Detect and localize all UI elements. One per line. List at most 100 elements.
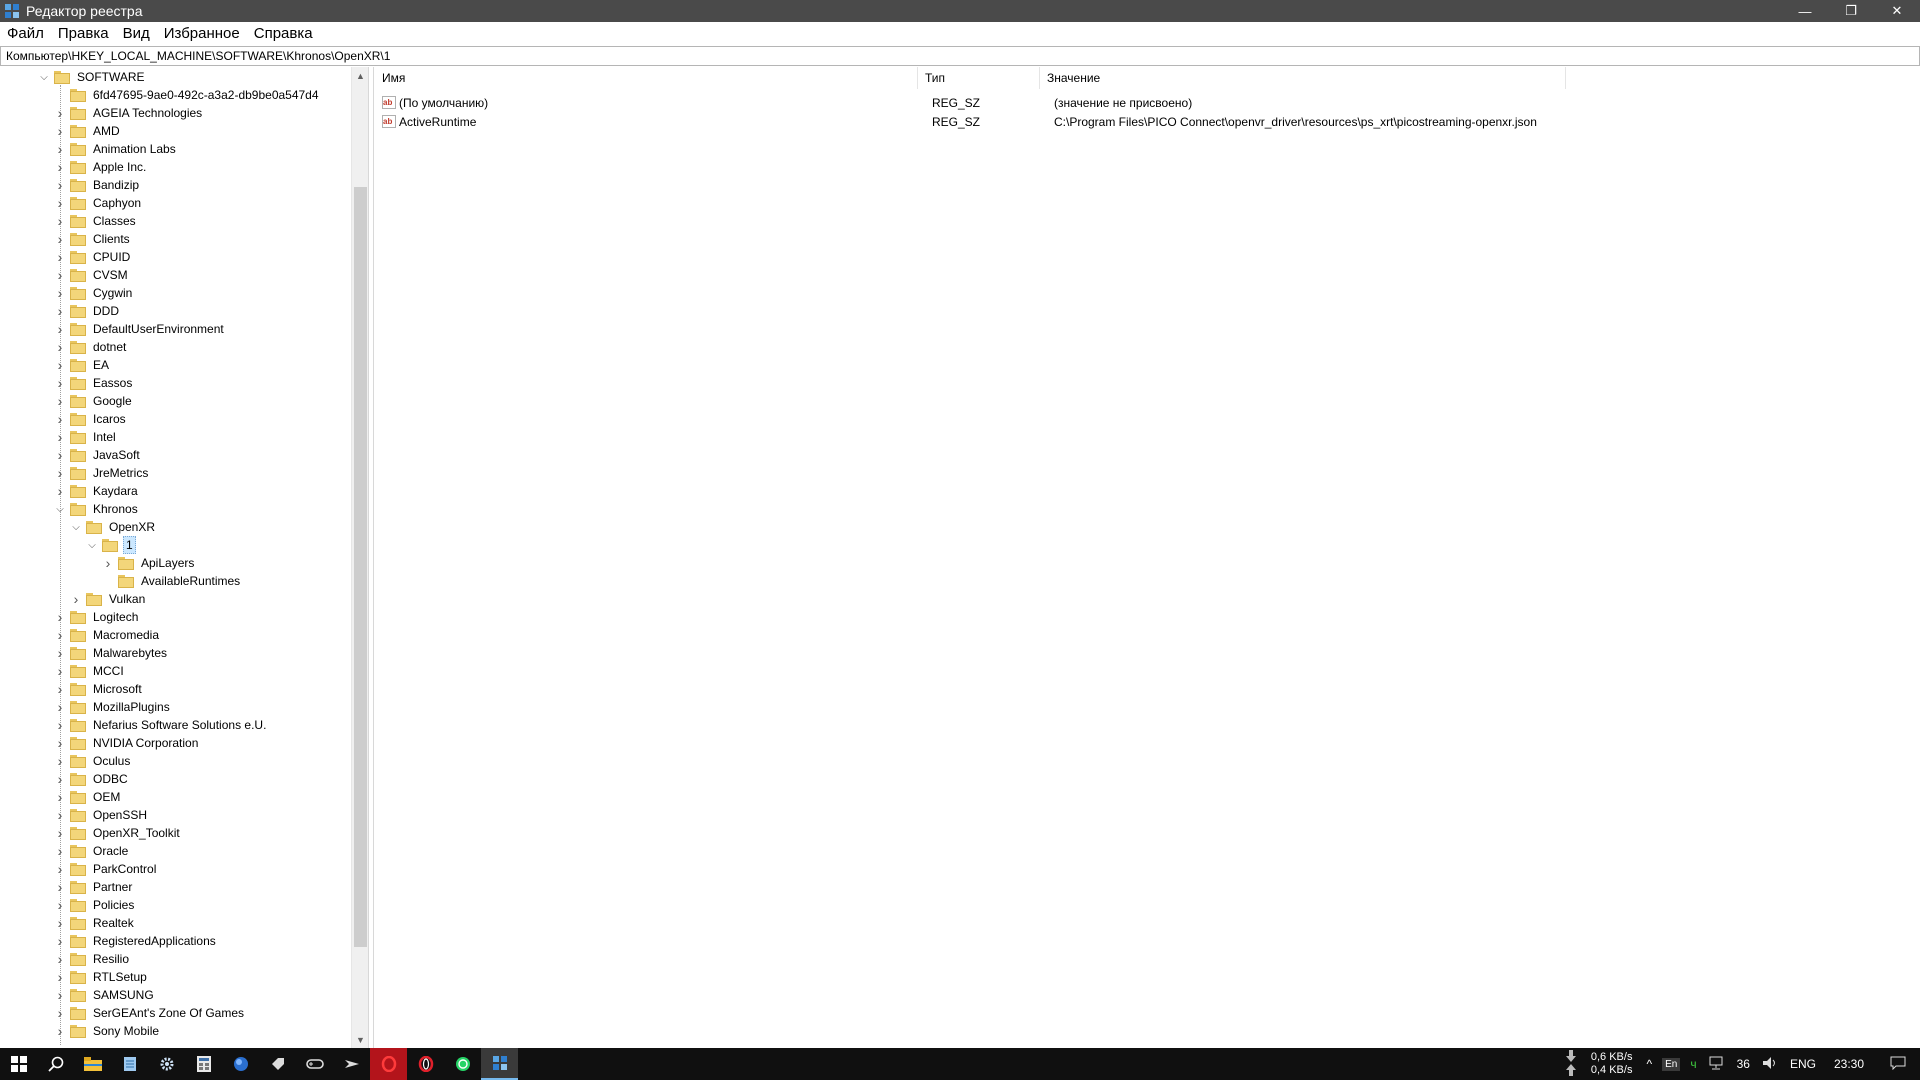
chevron-right-icon[interactable]: › [54, 626, 66, 644]
chevron-right-icon[interactable]: › [54, 824, 66, 842]
opera-gx-icon[interactable] [370, 1048, 407, 1080]
chevron-down-icon[interactable]: ⌵ [86, 536, 98, 554]
chevron-down-icon[interactable]: ⌵ [70, 518, 82, 536]
maximize-button[interactable]: ❐ [1828, 0, 1874, 22]
scroll-down-arrow-icon[interactable]: ▼ [352, 1031, 368, 1048]
chevron-right-icon[interactable]: › [54, 356, 66, 374]
tree-node[interactable]: › JreMetrics [54, 464, 150, 482]
tree-node[interactable]: › AMD [54, 122, 122, 140]
chevron-right-icon[interactable]: › [54, 284, 66, 302]
tree-node[interactable]: › ODBC [54, 770, 130, 788]
tree-node[interactable]: › Logitech [54, 608, 140, 626]
tree-node[interactable]: › Caphyon [54, 194, 143, 212]
tree-node[interactable]: › Policies [54, 896, 136, 914]
tree-node[interactable]: › CVSM [54, 266, 130, 284]
tree-node[interactable]: › Vulkan [70, 590, 147, 608]
chevron-right-icon[interactable]: › [54, 194, 66, 212]
chevron-right-icon[interactable]: › [54, 806, 66, 824]
clock[interactable]: 23:30 [1822, 1057, 1876, 1071]
chevron-right-icon[interactable]: › [54, 986, 66, 1004]
chevron-right-icon[interactable]: › [54, 716, 66, 734]
tree-node[interactable]: › RegisteredApplications [54, 932, 218, 950]
tree-node[interactable]: › Apple Inc. [54, 158, 148, 176]
lang-badge[interactable]: En [1662, 1057, 1681, 1071]
chevron-right-icon[interactable]: › [54, 122, 66, 140]
registry-tree-pane[interactable]: ⌵ SOFTWARE 6fd47695-9ae0-492c-a3a2-db9be0a… [0, 67, 369, 1048]
chevron-right-icon[interactable]: › [54, 482, 66, 500]
network-icon[interactable] [1703, 1056, 1731, 1073]
chevron-right-icon[interactable]: › [54, 176, 66, 194]
tree-node[interactable]: › Resilio [54, 950, 131, 968]
tree-node[interactable]: › DDD [54, 302, 121, 320]
column-header-type[interactable]: Тип [918, 67, 1040, 89]
chevron-down-icon[interactable]: ⌵ [54, 500, 66, 518]
address-bar[interactable]: Компьютер\HKEY_LOCAL_MACHINE\SOFTWARE\Kh… [0, 46, 1920, 66]
minimize-button[interactable]: — [1782, 0, 1828, 22]
settings-gear-icon[interactable] [148, 1048, 185, 1080]
chevron-right-icon[interactable]: › [54, 302, 66, 320]
notifications-icon[interactable] [1876, 1056, 1920, 1073]
search-icon[interactable] [37, 1048, 74, 1080]
chevron-right-icon[interactable]: › [54, 410, 66, 428]
gamepad-icon[interactable] [296, 1048, 333, 1080]
tree-node[interactable]: › Google [54, 392, 134, 410]
tree-node[interactable]: › Partner [54, 878, 134, 896]
tree-node[interactable]: › Sony Mobile [54, 1022, 161, 1040]
chevron-right-icon[interactable]: › [54, 734, 66, 752]
tree-node[interactable]: › MozillaPlugins [54, 698, 172, 716]
tree-node[interactable]: › CPUID [54, 248, 132, 266]
tree-node[interactable]: › Nefarius Software Solutions e.U. [54, 716, 268, 734]
chevron-right-icon[interactable]: › [54, 914, 66, 932]
close-button[interactable]: ✕ [1874, 0, 1920, 22]
chevron-right-icon[interactable]: › [54, 266, 66, 284]
column-header-name[interactable]: Имя [375, 67, 918, 89]
tree-node[interactable]: › dotnet [54, 338, 128, 356]
regedit-taskbar-icon[interactable] [481, 1048, 518, 1080]
tree-node[interactable]: ⌵ SOFTWARE [38, 68, 147, 86]
chevron-right-icon[interactable]: › [54, 752, 66, 770]
tree-node[interactable]: › Classes [54, 212, 138, 230]
chevron-right-icon[interactable]: › [54, 608, 66, 626]
tree-node[interactable]: ⌵ OpenXR [70, 518, 157, 536]
tree-node[interactable]: 6fd47695-9ae0-492c-a3a2-db9be0a547d4 [54, 86, 321, 104]
chevron-right-icon[interactable]: › [54, 932, 66, 950]
tree-node[interactable]: › Eassos [54, 374, 134, 392]
tree-node[interactable]: ⌵ Khronos [54, 500, 140, 518]
app-globe-icon[interactable] [222, 1048, 259, 1080]
chevron-right-icon[interactable]: › [54, 338, 66, 356]
tree-node[interactable]: › SAMSUNG [54, 986, 156, 1004]
tree-node[interactable]: › SerGEAnt's Zone Of Games [54, 1004, 246, 1022]
chevron-right-icon[interactable]: › [54, 1004, 66, 1022]
chevron-right-icon[interactable]: › [54, 428, 66, 446]
tree-node[interactable]: › Cygwin [54, 284, 134, 302]
tree-node[interactable]: › RTLSetup [54, 968, 149, 986]
tree-node[interactable]: › JavaSoft [54, 446, 142, 464]
chevron-right-icon[interactable]: › [70, 590, 82, 608]
chevron-right-icon[interactable]: › [54, 896, 66, 914]
tree-node[interactable]: › OpenXR_Toolkit [54, 824, 182, 842]
chevron-right-icon[interactable]: › [54, 950, 66, 968]
chevron-right-icon[interactable]: › [54, 842, 66, 860]
chevron-down-icon[interactable]: ⌵ [38, 68, 50, 86]
tree-node[interactable]: › Icaros [54, 410, 128, 428]
menu-view[interactable]: Вид [116, 22, 157, 46]
chevron-right-icon[interactable]: › [54, 158, 66, 176]
menu-edit[interactable]: Правка [51, 22, 116, 46]
tree-node[interactable]: › Microsoft [54, 680, 144, 698]
chevron-right-icon[interactable]: › [54, 968, 66, 986]
registry-values-pane[interactable]: Имя Тип Значение ab (По умолчанию) REG_S… [375, 67, 1920, 1048]
network-transfer-arrows-icon[interactable] [1559, 1049, 1583, 1079]
chevron-right-icon[interactable]: › [54, 464, 66, 482]
chevron-right-icon[interactable]: › [54, 770, 66, 788]
chevron-right-icon[interactable]: › [54, 680, 66, 698]
chevron-right-icon[interactable]: › [54, 212, 66, 230]
tree-node[interactable]: › ApiLayers [102, 554, 196, 572]
chevron-right-icon[interactable]: › [54, 248, 66, 266]
app-bird-icon[interactable] [333, 1048, 370, 1080]
tree-node[interactable]: ⌵ 1 [86, 536, 136, 554]
chevron-right-icon[interactable]: › [54, 860, 66, 878]
input-language[interactable]: ENG [1784, 1057, 1822, 1071]
tree-node[interactable]: › Kaydara [54, 482, 140, 500]
volume-icon[interactable] [1756, 1056, 1784, 1073]
tree-node[interactable]: › ParkControl [54, 860, 158, 878]
